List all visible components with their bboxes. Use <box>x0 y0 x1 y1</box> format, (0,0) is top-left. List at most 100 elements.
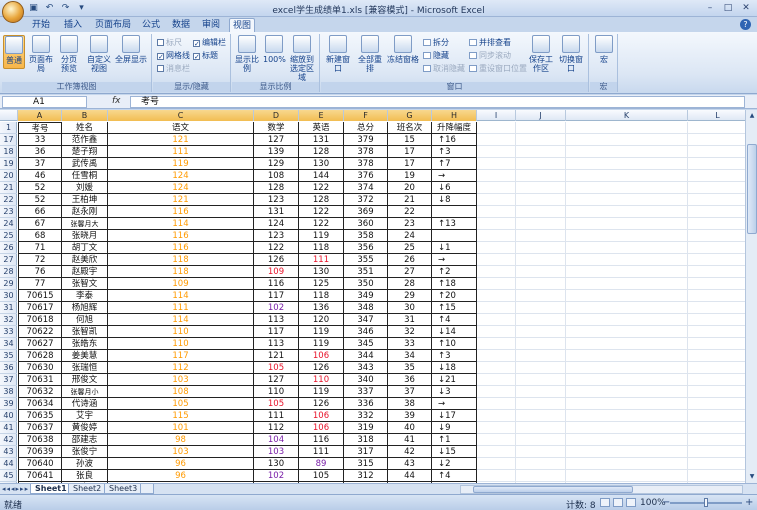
cell-j20[interactable] <box>516 170 566 182</box>
cell-j38[interactable] <box>516 386 566 398</box>
cell-b37[interactable]: 邢俊文 <box>62 374 108 386</box>
cell-i32[interactable] <box>477 314 516 326</box>
horizontal-scroll-thumb[interactable] <box>473 486 633 493</box>
cell-c19[interactable]: 119 <box>108 158 254 170</box>
cell-i35[interactable] <box>477 350 516 362</box>
row-header[interactable]: 17 <box>0 134 17 146</box>
cell-i36[interactable] <box>477 362 516 374</box>
cell-h41[interactable]: ↓9 <box>432 422 477 434</box>
cell-h32[interactable]: ↑4 <box>432 314 477 326</box>
cell-f35[interactable]: 344 <box>344 350 388 362</box>
cell-l45[interactable] <box>688 470 748 482</box>
cell-k1[interactable] <box>566 122 688 134</box>
cell-c32[interactable]: 114 <box>108 314 254 326</box>
cell-h40[interactable]: ↓17 <box>432 410 477 422</box>
cell-c37[interactable]: 103 <box>108 374 254 386</box>
cell-l22[interactable] <box>688 194 748 206</box>
cell-j23[interactable] <box>516 206 566 218</box>
cell-c30[interactable]: 114 <box>108 290 254 302</box>
cell-a36[interactable]: 70630 <box>18 362 62 374</box>
cell-e39[interactable]: 126 <box>299 398 344 410</box>
page-layout-status-icon[interactable] <box>613 498 623 507</box>
cell-a30[interactable]: 70615 <box>18 290 62 302</box>
cell-l35[interactable] <box>688 350 748 362</box>
cell-a17[interactable]: 33 <box>18 134 62 146</box>
cell-l23[interactable] <box>688 206 748 218</box>
tab-formulas[interactable]: 公式 <box>140 18 162 32</box>
cell-g36[interactable]: 35 <box>388 362 432 374</box>
cell-d27[interactable]: 126 <box>254 254 299 266</box>
cell-d30[interactable]: 117 <box>254 290 299 302</box>
cell-a45[interactable]: 70641 <box>18 470 62 482</box>
cell-f38[interactable]: 337 <box>344 386 388 398</box>
page-break-status-icon[interactable] <box>626 498 636 507</box>
cell-h21[interactable]: ↓6 <box>432 182 477 194</box>
cell-e30[interactable]: 118 <box>299 290 344 302</box>
cell-k33[interactable] <box>566 326 688 338</box>
cell-k32[interactable] <box>566 314 688 326</box>
cell-k30[interactable] <box>566 290 688 302</box>
cell-g30[interactable]: 29 <box>388 290 432 302</box>
cell-i42[interactable] <box>477 434 516 446</box>
cell-k37[interactable] <box>566 374 688 386</box>
cell-j32[interactable] <box>516 314 566 326</box>
cell-i40[interactable] <box>477 410 516 422</box>
macros-button[interactable]: 宏 <box>593 35 615 64</box>
zoom-slider-knob[interactable] <box>704 498 708 507</box>
cell-e26[interactable]: 118 <box>299 242 344 254</box>
cell-l27[interactable] <box>688 254 748 266</box>
cell-c43[interactable]: 103 <box>108 446 254 458</box>
cell-i33[interactable] <box>477 326 516 338</box>
cell-h38[interactable]: ↓3 <box>432 386 477 398</box>
cell-a35[interactable]: 70628 <box>18 350 62 362</box>
cell-i37[interactable] <box>477 374 516 386</box>
cell-f25[interactable]: 358 <box>344 230 388 242</box>
cell-c18[interactable]: 111 <box>108 146 254 158</box>
new-window-button[interactable]: 新建窗口 <box>323 35 353 73</box>
cell-i20[interactable] <box>477 170 516 182</box>
sheet-tab-3[interactable]: Sheet3 <box>104 484 143 494</box>
cell-c36[interactable]: 112 <box>108 362 254 374</box>
cell-i34[interactable] <box>477 338 516 350</box>
headings-checkbox[interactable]: ✓ 标题 <box>193 51 218 61</box>
row-header[interactable]: 35 <box>0 350 17 362</box>
cell-l30[interactable] <box>688 290 748 302</box>
cell-h28[interactable]: ↑2 <box>432 266 477 278</box>
row-header[interactable]: 44 <box>0 458 17 470</box>
cell-f21[interactable]: 374 <box>344 182 388 194</box>
cell-f28[interactable]: 351 <box>344 266 388 278</box>
cell-d44[interactable]: 130 <box>254 458 299 470</box>
cell-g43[interactable]: 42 <box>388 446 432 458</box>
side-by-side-button[interactable]: 并排查看 <box>469 38 511 48</box>
cell-f26[interactable]: 356 <box>344 242 388 254</box>
page-layout-view-button[interactable]: 页面布局 <box>28 35 54 73</box>
column-header-k[interactable]: K <box>566 110 688 121</box>
reset-window-position-button[interactable]: 重设窗口位置 <box>469 64 527 74</box>
row-header[interactable]: 33 <box>0 326 17 338</box>
cell-a24[interactable]: 67 <box>18 218 62 230</box>
cell-g32[interactable]: 31 <box>388 314 432 326</box>
cell-a41[interactable]: 70637 <box>18 422 62 434</box>
cell-c42[interactable]: 98 <box>108 434 254 446</box>
cell-h27[interactable]: → <box>432 254 477 266</box>
cell-f33[interactable]: 346 <box>344 326 388 338</box>
cell-e36[interactable]: 126 <box>299 362 344 374</box>
gridlines-checkbox[interactable]: ✓ 网格线 <box>157 51 190 61</box>
arrange-all-button[interactable]: 全部重排 <box>355 35 385 73</box>
cell-i17[interactable] <box>477 134 516 146</box>
cell-b31[interactable]: 杨旭辉 <box>62 302 108 314</box>
cell-h24[interactable]: ↑13 <box>432 218 477 230</box>
cell-j30[interactable] <box>516 290 566 302</box>
cell-e23[interactable]: 122 <box>299 206 344 218</box>
cell-f30[interactable]: 349 <box>344 290 388 302</box>
cell-g31[interactable]: 30 <box>388 302 432 314</box>
tab-view[interactable]: 视图 <box>229 18 255 32</box>
cell-h31[interactable]: ↑15 <box>432 302 477 314</box>
cell-e45[interactable]: 105 <box>299 470 344 482</box>
cell-c39[interactable]: 105 <box>108 398 254 410</box>
cell-a19[interactable]: 37 <box>18 158 62 170</box>
cell-j22[interactable] <box>516 194 566 206</box>
column-header-e[interactable]: E <box>299 110 344 121</box>
cell-a21[interactable]: 52 <box>18 182 62 194</box>
cell-h20[interactable]: → <box>432 170 477 182</box>
